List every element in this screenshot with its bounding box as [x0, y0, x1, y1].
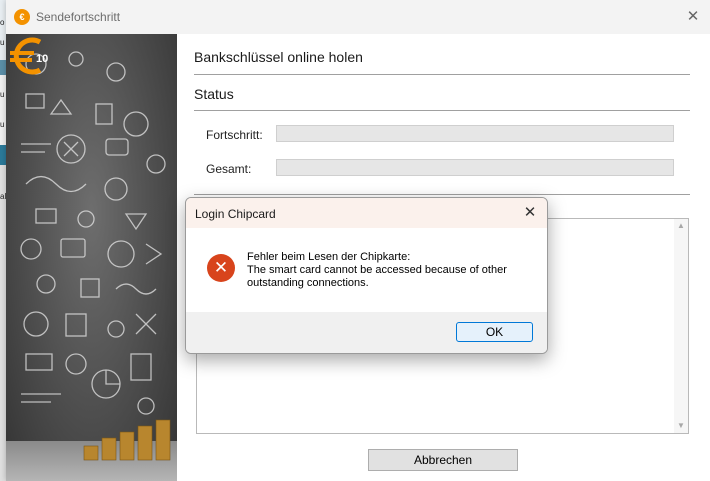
euro-10-logo: 10: [10, 37, 48, 75]
scroll-down-icon[interactable]: ▼: [674, 420, 688, 432]
log-scrollbar[interactable]: ▲ ▼: [674, 219, 688, 433]
title-bar[interactable]: € Sendefortschritt ✕: [6, 0, 710, 34]
window-close-button[interactable]: ✕: [682, 6, 704, 28]
app-euro-icon: €: [14, 9, 30, 25]
section-title: Bankschlüssel online holen: [194, 49, 363, 65]
login-chipcard-dialog: Login Chipcard ✕ ✕ Fehler beim Lesen der…: [185, 197, 548, 354]
status-title: Status: [194, 86, 234, 102]
ok-button[interactable]: OK: [456, 322, 533, 342]
progress-label: Fortschritt:: [206, 128, 263, 142]
divider: [194, 194, 690, 195]
coin-stacks: [83, 419, 171, 461]
logo-text: 10: [36, 53, 48, 65]
divider: [194, 110, 690, 111]
branding-side-image: 10: [6, 34, 177, 481]
dialog-close-button[interactable]: ✕: [519, 202, 541, 224]
dialog-footer: OK: [186, 312, 547, 353]
error-icon: ✕: [207, 254, 235, 282]
progress-bar: [276, 125, 674, 142]
dialog-title: Login Chipcard: [195, 207, 276, 221]
scroll-up-icon[interactable]: ▲: [674, 220, 688, 232]
error-message-title: Fehler beim Lesen der Chipkarte:: [247, 251, 411, 263]
divider: [194, 74, 690, 75]
window-title: Sendefortschritt: [36, 10, 121, 24]
dialog-title-bar[interactable]: Login Chipcard ✕: [186, 198, 547, 228]
cancel-button[interactable]: Abbrechen: [368, 449, 518, 471]
error-message-detail: outstanding connections.: [247, 277, 369, 289]
error-message-detail: The smart card cannot be accessed becaus…: [247, 264, 507, 276]
total-progress-bar: [276, 159, 674, 176]
total-label: Gesamt:: [206, 162, 252, 176]
